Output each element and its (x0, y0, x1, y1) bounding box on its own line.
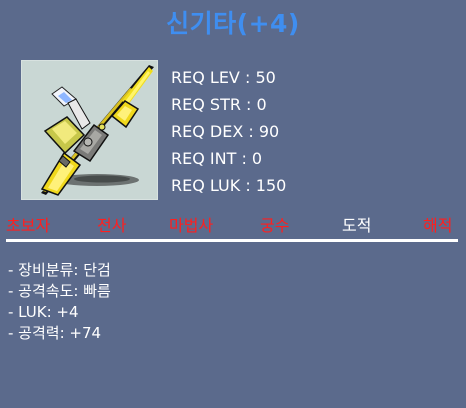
req-level: REQ LEV : 50 (171, 68, 276, 87)
divider (6, 239, 458, 242)
req-dex: REQ DEX : 90 (171, 122, 280, 141)
item-name: 신기타(+4) (166, 9, 300, 38)
job-restrictions: 초보자 전사 마법사 궁수 도적 해적 (0, 212, 466, 235)
req-luk: REQ LUK : 150 (171, 176, 287, 195)
item-stats: - 장비분류: 단검 - 공격속도: 빠름 - LUK: +4 - 공격력: +… (8, 260, 111, 344)
item-icon-frame (21, 60, 158, 200)
job-magician: 마법사 (169, 216, 214, 235)
req-int: REQ INT : 0 (171, 149, 263, 168)
stat-luk: - LUK: +4 (8, 303, 79, 321)
req-str: REQ STR : 0 (171, 95, 267, 114)
job-thief: 도적 (342, 216, 372, 235)
job-archer: 궁수 (260, 216, 290, 235)
guitar-weapon-icon (40, 65, 154, 196)
item-tooltip: 신기타(+4) REQ LEV: 50 REQ STR: 0 REQ DEX… (0, 0, 466, 408)
job-beginner: 초보자 (6, 216, 51, 235)
stat-attack-power: - 공격력: +74 (8, 324, 102, 342)
stat-attack-speed: - 공격속도: 빠름 (8, 282, 111, 300)
stat-equip-category: - 장비분류: 단검 (8, 261, 111, 279)
job-warrior: 전사 (97, 216, 127, 235)
requirements-list: REQ LEV : 50 REQ STR : 0 REQ DEX : 90 RE… (171, 64, 286, 199)
job-pirate: 해적 (423, 216, 453, 235)
